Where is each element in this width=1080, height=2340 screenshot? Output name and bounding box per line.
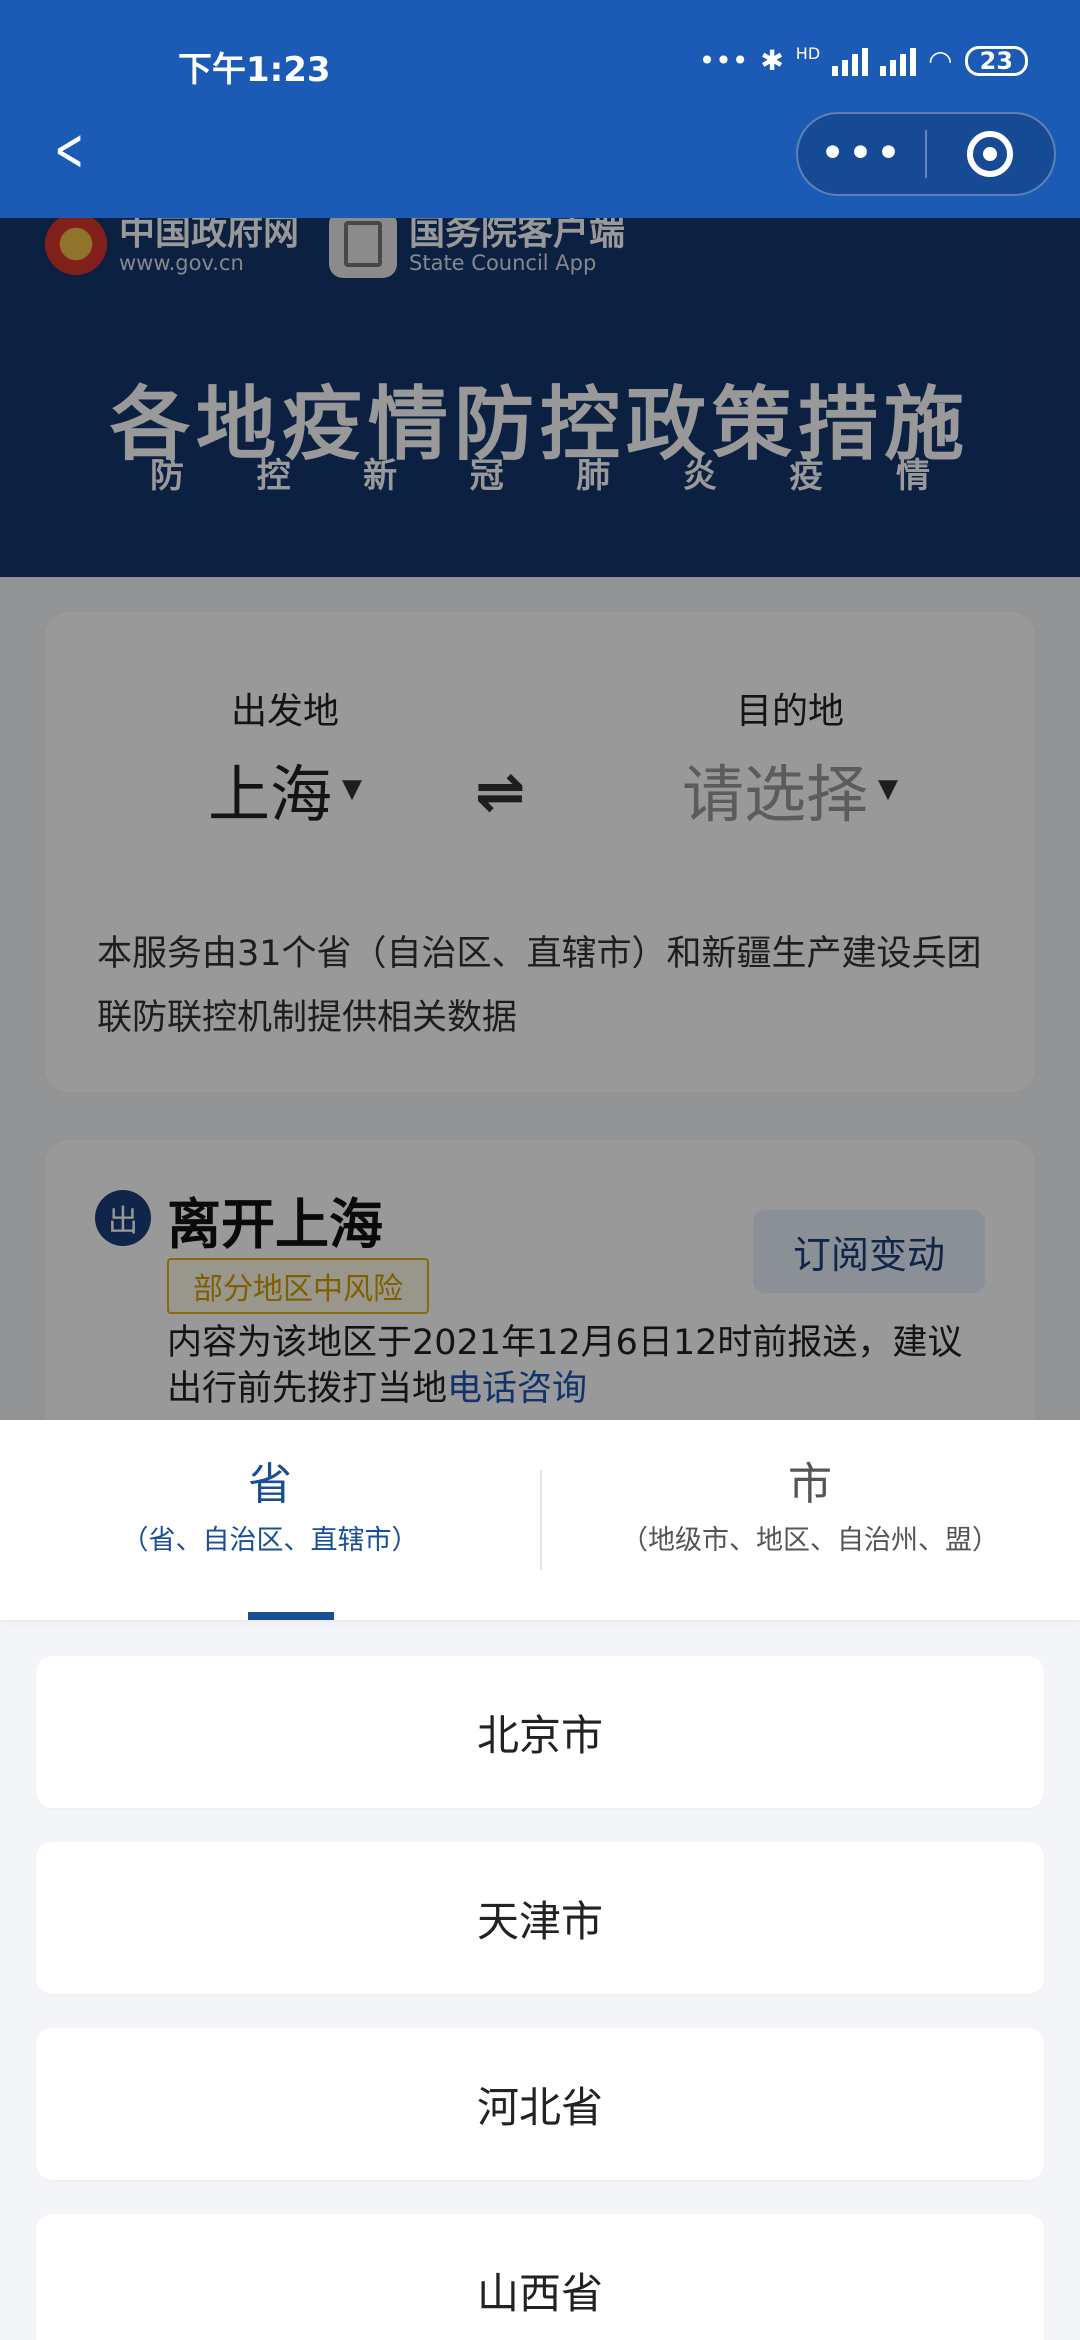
tab-city[interactable]: 市 （地级市、地区、自治州、盟）: [540, 1420, 1080, 1620]
region-picker-sheet: 省 （省、自治区、直辖市） 市 （地级市、地区、自治州、盟） 北京市 天津市 河…: [0, 1420, 1080, 2340]
modal-overlay[interactable]: [0, 218, 1080, 1420]
tab-province-title: 省: [248, 1459, 292, 1510]
signal-icon: [832, 46, 869, 76]
signal-icon: [880, 46, 917, 76]
status-time: 下午1:23: [178, 50, 331, 90]
list-item[interactable]: 山西省: [36, 2214, 1044, 2340]
tab-divider: [540, 1470, 542, 1570]
hd-label: HD: [795, 44, 821, 63]
tab-city-sub: （地级市、地区、自治州、盟）: [621, 1525, 999, 1556]
tab-province-sub: （省、自治区、直辖市）: [121, 1525, 419, 1556]
more-button[interactable]: •••: [798, 132, 925, 176]
wifi-icon: ◠: [928, 44, 953, 77]
list-item[interactable]: 天津市: [36, 1842, 1044, 1994]
active-tab-indicator: [248, 1612, 334, 1620]
picker-tabs: 省 （省、自治区、直辖市） 市 （地级市、地区、自治州、盟）: [0, 1420, 1080, 1620]
battery-icon: 23: [964, 45, 1028, 76]
list-item[interactable]: 北京市: [36, 1656, 1044, 1808]
back-chevron-icon[interactable]: <: [54, 120, 84, 180]
tab-city-title: 市: [788, 1459, 832, 1510]
status-icons: ••• ✱ HD ◠ 23: [699, 44, 1028, 77]
more-dots-icon: •••: [698, 44, 749, 77]
target-icon: [967, 131, 1014, 177]
top-bar: 下午1:23 ••• ✱ HD ◠ 23 < •••: [0, 0, 1080, 218]
miniprogram-capsule: •••: [796, 112, 1056, 196]
list-item[interactable]: 河北省: [36, 2028, 1044, 2180]
tab-province[interactable]: 省 （省、自治区、直辖市）: [0, 1420, 540, 1620]
close-button[interactable]: [927, 131, 1054, 177]
bluetooth-icon: ✱: [760, 44, 784, 77]
province-list: 北京市 天津市 河北省 山西省: [0, 1620, 1080, 2340]
